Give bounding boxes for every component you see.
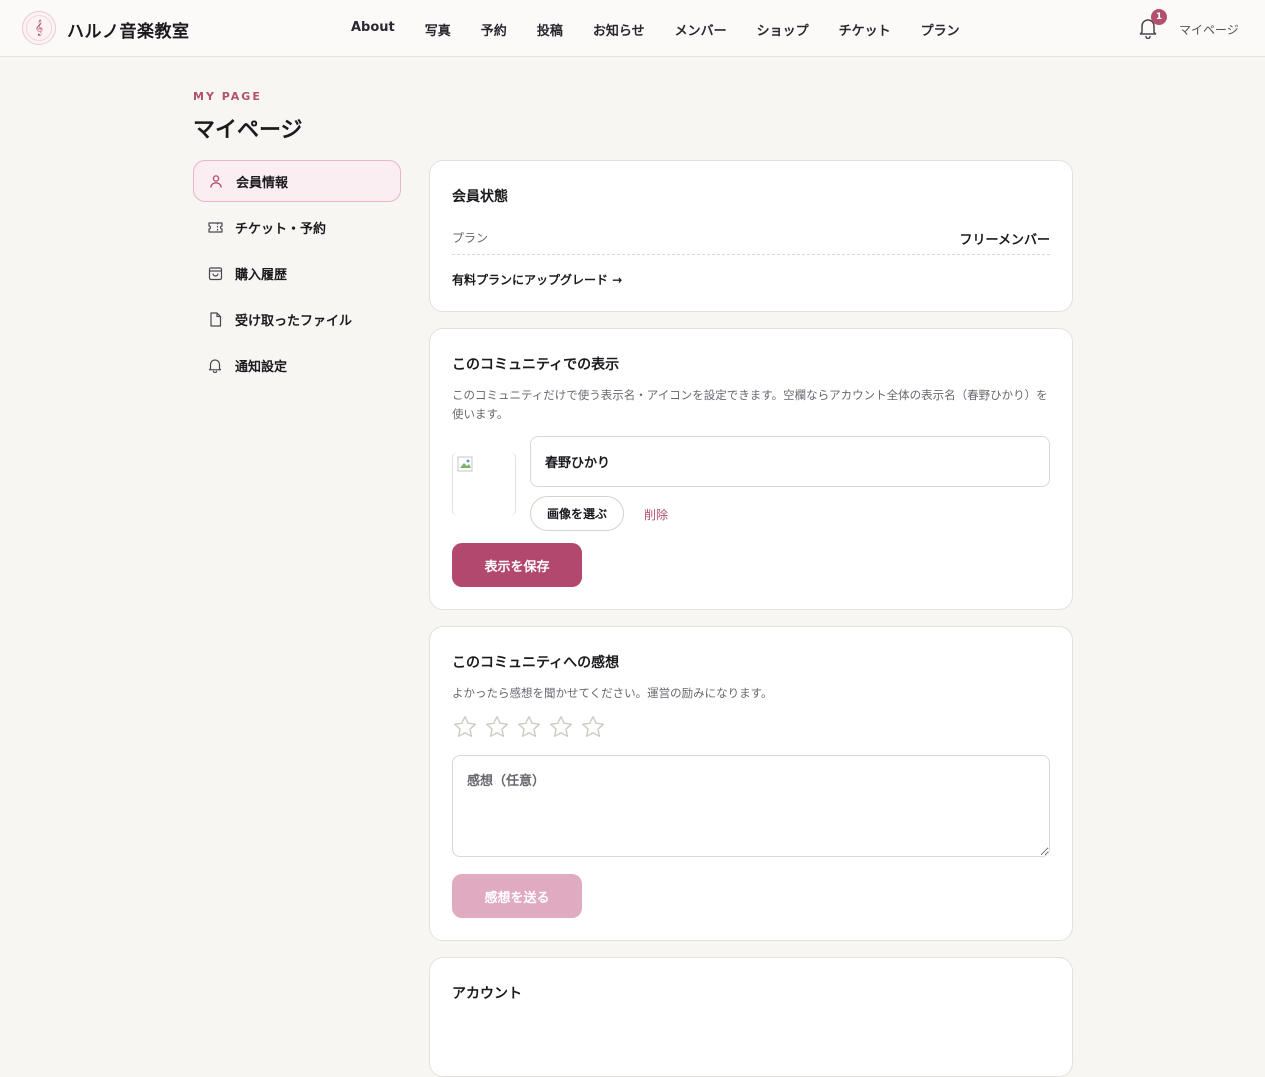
shopping-bag-icon <box>207 265 223 281</box>
star-icon[interactable] <box>548 714 574 740</box>
sidebar-item-purchases[interactable]: 購入履歴 <box>193 252 401 294</box>
save-display-button[interactable]: 表示を保存 <box>452 543 582 587</box>
membership-title: 会員状態 <box>452 189 508 205</box>
site-title[interactable]: ハルノ音楽教室 <box>67 17 190 42</box>
nav-about[interactable]: About <box>351 20 395 39</box>
sidebar-item-label: チケット・予約 <box>235 221 327 237</box>
delete-image-link[interactable]: 削除 <box>644 506 668 523</box>
divider <box>452 254 1050 255</box>
treble-clef-icon: 𝄞 <box>26 15 52 41</box>
page-title: マイページ <box>193 118 303 143</box>
display-description: このコミュニティだけで使う表示名・アイコンを設定できます。空欄ならアカウント全体… <box>452 388 1048 421</box>
sidebar-item-label: 購入履歴 <box>235 267 288 283</box>
sidebar-item-label: 会員情報 <box>236 175 289 191</box>
display-settings-card: このコミュニティでの表示 このコミュニティだけで使う表示名・アイコンを設定できま… <box>429 328 1073 610</box>
nav-plans[interactable]: プラン <box>921 20 960 39</box>
plan-value: フリーメンバー <box>959 233 1050 248</box>
star-icon[interactable] <box>516 714 542 740</box>
nav-reservations[interactable]: 予約 <box>481 20 507 39</box>
account-title: アカウント <box>452 986 522 1002</box>
sidebar-item-tickets[interactable]: チケット・予約 <box>193 206 401 248</box>
star-icon[interactable] <box>452 714 478 740</box>
nav-news[interactable]: お知らせ <box>593 20 645 39</box>
logo[interactable]: 𝄞 <box>22 11 56 45</box>
nav-tickets[interactable]: チケット <box>839 20 891 39</box>
notification-badge: 1 <box>1151 9 1167 25</box>
star-icon[interactable] <box>580 714 606 740</box>
nav-photos[interactable]: 写真 <box>425 20 451 39</box>
star-icon[interactable] <box>484 714 510 740</box>
mypage-link[interactable]: マイページ <box>1179 21 1239 38</box>
nav-posts[interactable]: 投稿 <box>537 20 563 39</box>
display-title: このコミュニティでの表示 <box>452 357 620 373</box>
display-name-input[interactable] <box>530 436 1050 487</box>
feedback-description: よかったら感想を聞かせてください。運営の励みになります。 <box>452 686 773 700</box>
broken-image-icon <box>457 456 473 472</box>
plan-label: プラン <box>452 231 489 245</box>
site-header: 𝄞 ハルノ音楽教室 About 写真 予約 投稿 お知らせ メンバー ショップ … <box>0 0 1265 57</box>
ticket-icon <box>207 219 223 235</box>
send-feedback-button[interactable]: 感想を送る <box>452 874 582 918</box>
choose-image-button[interactable]: 画像を選ぶ <box>530 496 625 531</box>
page-eyebrow: MY PAGE <box>193 90 262 103</box>
nav-shop[interactable]: ショップ <box>757 20 809 39</box>
file-icon <box>207 311 223 327</box>
feedback-card: このコミュニティへの感想 よかったら感想を聞かせてください。運営の励みになります… <box>429 626 1073 941</box>
account-card: アカウント <box>429 957 1073 1077</box>
membership-card: 会員状態 プラン フリーメンバー 有料プランにアップグレード → <box>429 160 1073 312</box>
upgrade-link[interactable]: 有料プランにアップグレード → <box>452 271 622 288</box>
nav-members[interactable]: メンバー <box>675 20 727 39</box>
sidebar-item-notification-settings[interactable]: 通知設定 <box>193 344 401 386</box>
feedback-title: このコミュニティへの感想 <box>452 655 620 671</box>
bell-icon <box>207 357 223 373</box>
sidebar: 会員情報 チケット・予約 購入履歴 受け取ったファイル 通知設定 <box>193 160 401 390</box>
user-icon <box>208 173 224 189</box>
sidebar-item-member-info[interactable]: 会員情報 <box>193 160 401 202</box>
star-rating <box>452 714 612 740</box>
sidebar-item-label: 受け取ったファイル <box>235 313 353 329</box>
feedback-textarea[interactable] <box>452 755 1050 857</box>
sidebar-item-label: 通知設定 <box>235 359 288 375</box>
main-nav: About 写真 予約 投稿 お知らせ メンバー ショップ チケット プラン <box>351 20 960 39</box>
sidebar-item-files[interactable]: 受け取ったファイル <box>193 298 401 340</box>
avatar <box>452 452 516 516</box>
